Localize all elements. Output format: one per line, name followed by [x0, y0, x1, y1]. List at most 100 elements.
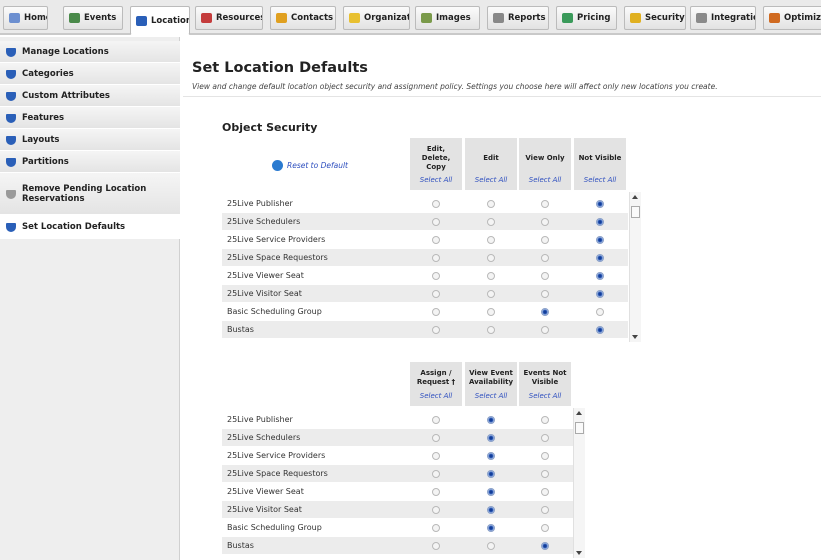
sidebar-item-layouts[interactable]: Layouts: [0, 129, 180, 151]
sidebar-item-manage-locations[interactable]: Manage Locations: [0, 41, 180, 63]
column-header-line1: Edit,: [426, 144, 446, 153]
permission-radio[interactable]: [431, 470, 440, 478]
table-row: Bustas: [222, 537, 574, 555]
permission-radio[interactable]: [540, 254, 549, 262]
sidebar-item-custom-attributes[interactable]: Custom Attributes: [0, 85, 180, 107]
tab-locations[interactable]: Locations: [130, 6, 190, 35]
sidebar-item-label-line1: Remove Pending Location: [22, 183, 147, 194]
permission-radio[interactable]: [431, 506, 440, 514]
table-body: 25Live Publisher 25Live Schedulers 25Live …: [222, 411, 574, 555]
permission-radio[interactable]: [431, 524, 440, 532]
tab-security[interactable]: Security: [624, 6, 686, 30]
tab-resources[interactable]: Resources: [195, 6, 263, 30]
select-all-link[interactable]: Select All: [465, 176, 517, 185]
permission-radio[interactable]: [431, 416, 440, 424]
select-all-link[interactable]: Select All: [410, 176, 462, 185]
tab-optimizer[interactable]: Optimizer: [763, 6, 821, 30]
permission-radio[interactable]: [486, 416, 495, 424]
permission-radio[interactable]: [595, 272, 604, 280]
permission-radio[interactable]: [540, 326, 549, 334]
permission-radio[interactable]: [540, 236, 549, 244]
permission-radio[interactable]: [595, 236, 604, 244]
sidebar-item-remove-pending-location-reservations[interactable]: Remove Pending Location Reservations: [0, 173, 180, 215]
select-all-link[interactable]: Select All: [519, 392, 571, 401]
permission-radio[interactable]: [595, 326, 604, 334]
permission-radio[interactable]: [486, 524, 495, 532]
tab-contacts[interactable]: Contacts: [270, 6, 336, 30]
tab-events[interactable]: Events: [63, 6, 123, 30]
scroll-down-arrow[interactable]: [632, 335, 638, 339]
permission-radio[interactable]: [486, 218, 495, 226]
scroll-up-arrow[interactable]: [576, 411, 582, 415]
select-all-link[interactable]: Select All: [465, 392, 517, 401]
permission-radio[interactable]: [540, 200, 549, 208]
permission-radio[interactable]: [486, 488, 495, 496]
permission-radio[interactable]: [431, 488, 440, 496]
column-header-line1: Events Not: [523, 369, 567, 377]
permission-radio[interactable]: [486, 308, 495, 316]
permission-radio[interactable]: [540, 272, 549, 280]
permission-radio[interactable]: [486, 434, 495, 442]
permission-radio[interactable]: [540, 434, 549, 442]
permission-radio[interactable]: [431, 542, 440, 550]
permission-radio[interactable]: [431, 236, 440, 244]
tab-pricing[interactable]: Pricing: [556, 6, 617, 30]
permission-radio[interactable]: [431, 254, 440, 262]
permission-radio[interactable]: [431, 452, 440, 460]
tab-organizati[interactable]: Organizati: [343, 6, 410, 30]
permission-radio[interactable]: [540, 542, 549, 550]
permission-radio[interactable]: [595, 254, 604, 262]
permission-radio[interactable]: [540, 506, 549, 514]
permission-radio[interactable]: [486, 470, 495, 478]
permission-radio[interactable]: [486, 200, 495, 208]
permission-radio[interactable]: [431, 272, 440, 280]
permission-radio[interactable]: [486, 290, 495, 298]
permission-radio[interactable]: [540, 452, 549, 460]
permission-radio[interactable]: [486, 542, 495, 550]
tab-home[interactable]: Home: [3, 6, 48, 30]
permission-radio[interactable]: [486, 506, 495, 514]
table-scrollbar[interactable]: [573, 408, 585, 558]
tab-integratio[interactable]: Integratio: [690, 6, 756, 30]
scroll-up-arrow[interactable]: [632, 195, 638, 199]
permission-radio[interactable]: [595, 308, 604, 316]
sidebar-item-categories[interactable]: Categories: [0, 63, 180, 85]
permission-radio[interactable]: [540, 290, 549, 298]
permission-radio[interactable]: [540, 308, 549, 316]
scroll-thumb[interactable]: [575, 422, 584, 434]
permission-radio[interactable]: [540, 470, 549, 478]
select-all-link[interactable]: Select All: [519, 176, 571, 185]
scroll-thumb[interactable]: [631, 206, 640, 218]
permission-radio[interactable]: [595, 290, 604, 298]
sidebar-item-features[interactable]: Features: [0, 107, 180, 129]
permission-radio[interactable]: [595, 200, 604, 208]
select-all-link[interactable]: Select All: [574, 176, 626, 185]
permission-radio[interactable]: [431, 434, 440, 442]
scroll-down-arrow[interactable]: [576, 551, 582, 555]
permission-radio[interactable]: [486, 272, 495, 280]
tab-images[interactable]: Images: [415, 6, 480, 30]
permission-radio[interactable]: [540, 416, 549, 424]
permission-radio[interactable]: [431, 308, 440, 316]
permission-radio[interactable]: [431, 218, 440, 226]
reset-to-default-link[interactable]: Reset to Default: [272, 160, 348, 171]
column-header-line1: Not Visible: [578, 153, 622, 162]
permission-radio[interactable]: [540, 524, 549, 532]
permission-radio[interactable]: [595, 218, 604, 226]
permission-radio[interactable]: [540, 218, 549, 226]
sidebar-item-set-location-defaults[interactable]: Set Location Defaults: [0, 215, 180, 239]
permission-radio[interactable]: [431, 290, 440, 298]
location-shield-icon: [6, 135, 16, 145]
permission-radio[interactable]: [431, 200, 440, 208]
sidebar-item-partitions[interactable]: Partitions: [0, 151, 180, 173]
permission-radio[interactable]: [486, 254, 495, 262]
permission-radio[interactable]: [486, 326, 495, 334]
select-all-link[interactable]: Select All: [410, 392, 462, 401]
permission-radio[interactable]: [540, 488, 549, 496]
table-row: 25Live Visitor Seat: [222, 501, 574, 519]
permission-radio[interactable]: [486, 452, 495, 460]
table-scrollbar[interactable]: [629, 192, 641, 342]
permission-radio[interactable]: [431, 326, 440, 334]
permission-radio[interactable]: [486, 236, 495, 244]
tab-reports[interactable]: Reports: [487, 6, 549, 30]
